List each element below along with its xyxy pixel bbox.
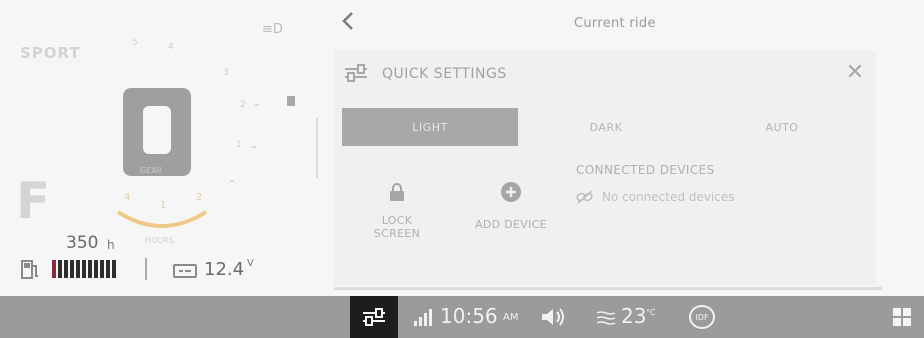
fuel-level-bars xyxy=(52,260,116,278)
fuel-bar-segment xyxy=(70,260,74,278)
apps-grid-cell xyxy=(903,318,911,326)
rpm-tick-label: 1 xyxy=(236,140,242,150)
page-title: Current ride xyxy=(574,16,656,31)
battery-icon xyxy=(173,264,197,278)
fuel-bar-segment xyxy=(112,260,116,278)
panel-divider xyxy=(334,287,882,290)
headlight-icon: ≡D xyxy=(262,22,283,37)
lock-icon xyxy=(390,183,404,201)
riding-mode: SPORT xyxy=(20,44,81,62)
fuel-bar-segment xyxy=(100,260,104,278)
sliders-icon xyxy=(345,64,367,82)
temperature-value: 23 xyxy=(621,304,647,328)
theme-auto-button[interactable]: AUTO xyxy=(694,108,870,146)
link-off-icon xyxy=(576,190,593,204)
theme-dark-button[interactable]: DARK xyxy=(518,108,694,146)
rpm-marker xyxy=(287,96,295,106)
battery-voltage-unit: V xyxy=(247,258,254,269)
quick-settings-title: QUICK SETTINGS xyxy=(382,66,507,82)
clock-time: 10:56 xyxy=(440,304,498,328)
connected-devices-title: CONNECTED DEVICES xyxy=(576,163,715,177)
fuel-bar-segment xyxy=(88,260,92,278)
rpm-scale xyxy=(316,118,318,178)
gear-label: GEAR xyxy=(140,166,163,175)
fuel-bar-segment xyxy=(58,260,62,278)
engine-hours-unit: h xyxy=(107,238,115,252)
battery-voltage-value: 12.4 xyxy=(204,259,245,280)
chevron-left-icon xyxy=(342,12,353,30)
temperature-icon xyxy=(596,311,616,325)
close-button[interactable]: ✕ xyxy=(844,62,866,84)
theme-light-button[interactable]: LIGHT xyxy=(342,108,518,146)
rpm-tick-label: 5 xyxy=(132,38,138,48)
fuel-full-letter: F xyxy=(16,172,51,230)
status-bar: 10:56 AM 23 °C IDF xyxy=(0,296,924,338)
fuel-pump-icon xyxy=(21,260,38,279)
clock-ampm: AM xyxy=(503,312,519,323)
engine-hours-label: HOURS xyxy=(145,236,174,245)
signal-icon xyxy=(414,309,432,326)
apps-grid-cell xyxy=(893,308,901,316)
no-devices-text: No connected devices xyxy=(602,190,735,204)
quick-settings-icon xyxy=(363,308,385,326)
divider xyxy=(145,258,147,280)
idf-badge[interactable]: IDF xyxy=(689,305,715,329)
fuel-bar-segment xyxy=(94,260,98,278)
quick-settings-button[interactable] xyxy=(350,296,398,338)
instrument-cluster: SPORT ≡D 5 4 3 2 1 GEAR F 4 1 2 350 h HO… xyxy=(0,0,330,296)
gear-indicator xyxy=(123,88,191,176)
lock-screen-label-line: SCREEN xyxy=(373,227,421,240)
lock-screen-label-line: LOCK xyxy=(381,214,413,227)
rpm-tick xyxy=(255,104,259,106)
quick-settings-panel: QUICK SETTINGS ✕ LIGHT DARK AUTO LOCK SC… xyxy=(334,50,876,286)
lock-screen-label: LOCK SCREEN xyxy=(374,214,420,240)
fuel-bar-segment xyxy=(64,260,68,278)
connected-devices-empty: No connected devices xyxy=(576,190,734,204)
gear-digit-hole xyxy=(143,106,171,154)
temperature-unit: °C xyxy=(646,308,656,317)
fuel-bar-segment xyxy=(52,260,56,278)
add-device-button[interactable]: ADD DEVICE xyxy=(462,172,560,272)
fuel-bar-segment xyxy=(106,260,110,278)
engine-hours-value: 350 xyxy=(66,233,99,253)
back-button[interactable] xyxy=(338,10,358,32)
add-circle-icon xyxy=(501,182,521,202)
add-device-label: ADD DEVICE xyxy=(475,218,547,231)
screen: SPORT ≡D 5 4 3 2 1 GEAR F 4 1 2 350 h HO… xyxy=(0,0,924,338)
rpm-tick-label: 4 xyxy=(168,42,174,52)
fuel-bar-segment xyxy=(82,260,86,278)
rpm-tick xyxy=(230,180,234,182)
rpm-tick xyxy=(252,146,256,148)
arc-label: 4 xyxy=(124,192,131,203)
fuel-bar-segment xyxy=(76,260,80,278)
apps-grid-cell xyxy=(903,308,911,316)
rpm-tick-label: 2 xyxy=(240,100,246,110)
apps-grid-cell xyxy=(893,318,901,326)
apps-grid-icon[interactable] xyxy=(893,308,911,326)
rpm-tick-label: 3 xyxy=(223,68,229,78)
close-icon: ✕ xyxy=(845,60,865,85)
arc-label: 2 xyxy=(196,192,203,203)
volume-icon[interactable] xyxy=(540,306,568,328)
arc-label: 1 xyxy=(160,200,167,211)
lock-screen-button[interactable]: LOCK SCREEN xyxy=(352,172,442,272)
